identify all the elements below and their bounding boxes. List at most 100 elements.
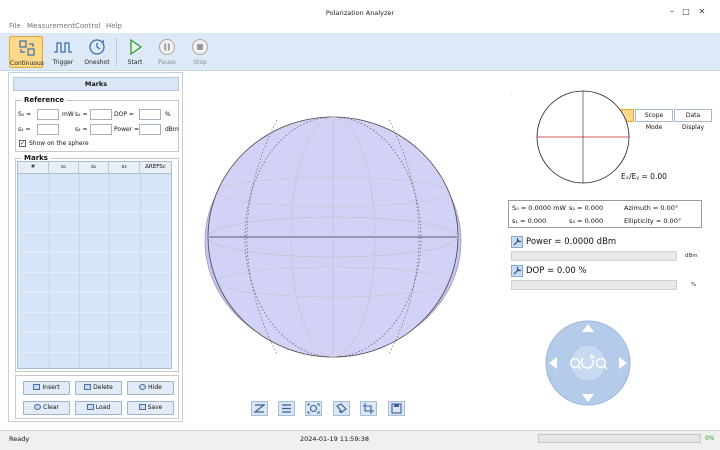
- menu-bar: File Measurement Control Help: [0, 22, 720, 33]
- continuous-label: Continuous: [10, 60, 44, 67]
- col-delta-ref[interactable]: ΔREFSc: [140, 162, 171, 174]
- trigger-label: Trigger: [52, 59, 74, 66]
- stop-icon: [192, 39, 208, 55]
- table-row-line: [18, 332, 171, 333]
- s2-value: s₂ = 0.000: [569, 204, 604, 212]
- table-divider: [49, 174, 50, 368]
- col-s3[interactable]: s₃: [109, 162, 140, 174]
- azimuth-value: Azimuth = 0.00°: [624, 204, 679, 212]
- delete-icon: [84, 384, 92, 390]
- window-title: Polarization Analyzer: [325, 9, 395, 17]
- reference-title: Reference: [22, 96, 67, 104]
- marker-dot: ·: [510, 92, 512, 98]
- layers-button[interactable]: [333, 401, 350, 416]
- table-row-line: [18, 272, 171, 273]
- trigger-icon: [54, 42, 72, 53]
- insert-label: Insert: [42, 384, 60, 391]
- navigation-pad[interactable]: [545, 320, 631, 406]
- eye-icon: [139, 384, 147, 390]
- list-icon: [282, 404, 291, 413]
- title-bar: Polarization Analyzer – □ ✕: [0, 0, 720, 22]
- col-s1[interactable]: s₁: [49, 162, 79, 174]
- delete-label: Delete: [93, 384, 113, 391]
- fit-view-icon: [307, 403, 320, 414]
- table-row-line: [18, 252, 171, 253]
- power-unit: dBm: [165, 126, 179, 133]
- table-row-line: [18, 292, 171, 293]
- pause-button[interactable]: Pause: [150, 36, 184, 68]
- s2-field[interactable]: [90, 109, 112, 120]
- status-progress-bar: [538, 434, 701, 443]
- main-toolbar: Continuous Trigger Oneshot Start Pause S…: [0, 33, 720, 131]
- stop-button[interactable]: Stop: [183, 36, 217, 68]
- crop-button[interactable]: [360, 401, 377, 416]
- show-on-sphere-label: Show on the sphere: [29, 140, 89, 147]
- s0-label: S₀ =: [18, 111, 32, 118]
- oneshot-label: Oneshot: [84, 59, 110, 66]
- wrench-icon: [513, 237, 522, 246]
- wrench-icon: [513, 266, 522, 275]
- hide-button[interactable]: Hide: [127, 381, 174, 395]
- maximize-button[interactable]: □: [680, 7, 692, 17]
- close-button[interactable]: ✕: [696, 7, 708, 17]
- s1-label: s₁ =: [18, 126, 31, 133]
- insert-button[interactable]: Insert: [23, 381, 70, 395]
- minimize-button[interactable]: –: [666, 7, 678, 17]
- poincare-sphere[interactable]: [187, 72, 502, 422]
- show-on-sphere-checkbox[interactable]: ✓: [19, 140, 26, 147]
- start-button[interactable]: Start: [118, 36, 152, 68]
- load-button[interactable]: Load: [75, 401, 122, 415]
- s2-label: s₂ =: [75, 111, 88, 118]
- continuous-button[interactable]: Continuous: [9, 36, 44, 68]
- stop-label: Stop: [193, 59, 207, 66]
- dop-settings-button[interactable]: [511, 265, 523, 277]
- dop-field[interactable]: [139, 109, 161, 120]
- save-image-button[interactable]: [388, 401, 405, 416]
- poincare-sphere-view[interactable]: [187, 72, 502, 422]
- stokes-info-box: S₀ = 0.0000 mW s₂ = 0.000 Azimuth = 0.00…: [508, 200, 702, 228]
- s0-value: S₀ = 0.0000 mW: [512, 204, 566, 212]
- clear-button[interactable]: Clear: [23, 401, 70, 415]
- dop-unit: %: [165, 111, 171, 118]
- continuous-icon: [19, 40, 35, 56]
- z-axis-icon: [253, 404, 266, 413]
- s0-unit: mW: [62, 111, 74, 118]
- list-button[interactable]: [278, 401, 295, 416]
- table-divider: [140, 174, 141, 368]
- col-s2[interactable]: s₂: [79, 162, 109, 174]
- trigger-button[interactable]: Trigger: [46, 36, 80, 68]
- s3-value: s₃ = 0.000: [569, 217, 604, 225]
- menu-measurement[interactable]: Measurement: [27, 22, 75, 30]
- table-divider: [79, 174, 80, 368]
- s1-field[interactable]: [37, 124, 59, 135]
- z-axis-button[interactable]: [251, 401, 268, 416]
- power-settings-button[interactable]: [511, 236, 523, 248]
- menu-file[interactable]: File: [9, 22, 21, 30]
- marks-table[interactable]: # s₁ s₂ s₃ ΔREFSc: [17, 161, 172, 369]
- save-icon: [391, 403, 402, 414]
- marks-panel-title: Marks: [13, 77, 179, 91]
- col-index[interactable]: #: [18, 162, 49, 174]
- save-label: Save: [147, 404, 163, 411]
- table-row-line: [18, 312, 171, 313]
- power-field[interactable]: [139, 124, 161, 135]
- status-text: Ready: [9, 435, 30, 443]
- status-timestamp: 2024-01-19 11:59:38: [300, 435, 370, 443]
- power-title: Power = 0.0000 dBm: [526, 237, 617, 247]
- polarization-info-panel: · Eₓ/Eᵧ = 0.00 S₀ = 0.0000 mW s₂ = 0.000…: [505, 72, 715, 422]
- delete-button[interactable]: Delete: [75, 381, 122, 395]
- fit-view-button[interactable]: [305, 401, 322, 416]
- menu-help[interactable]: Help: [106, 22, 122, 30]
- save-button[interactable]: Save: [127, 401, 174, 415]
- pause-icon: [159, 39, 175, 55]
- s0-field[interactable]: [37, 109, 59, 120]
- marks-table-header: # s₁ s₂ s₃ ΔREFSc: [18, 162, 171, 174]
- ellipticity-value: Ellipticity = 0.00°: [624, 217, 682, 225]
- layers-icon: [336, 403, 347, 414]
- menu-control[interactable]: Control: [75, 22, 100, 30]
- start-label: Start: [127, 59, 143, 66]
- oneshot-button[interactable]: Oneshot: [80, 36, 114, 68]
- status-bar: Ready 2024-01-19 11:59:38 0%: [0, 430, 720, 450]
- s3-field[interactable]: [90, 124, 112, 135]
- ex-ey-ratio: Eₓ/Eᵧ = 0.00: [621, 172, 667, 181]
